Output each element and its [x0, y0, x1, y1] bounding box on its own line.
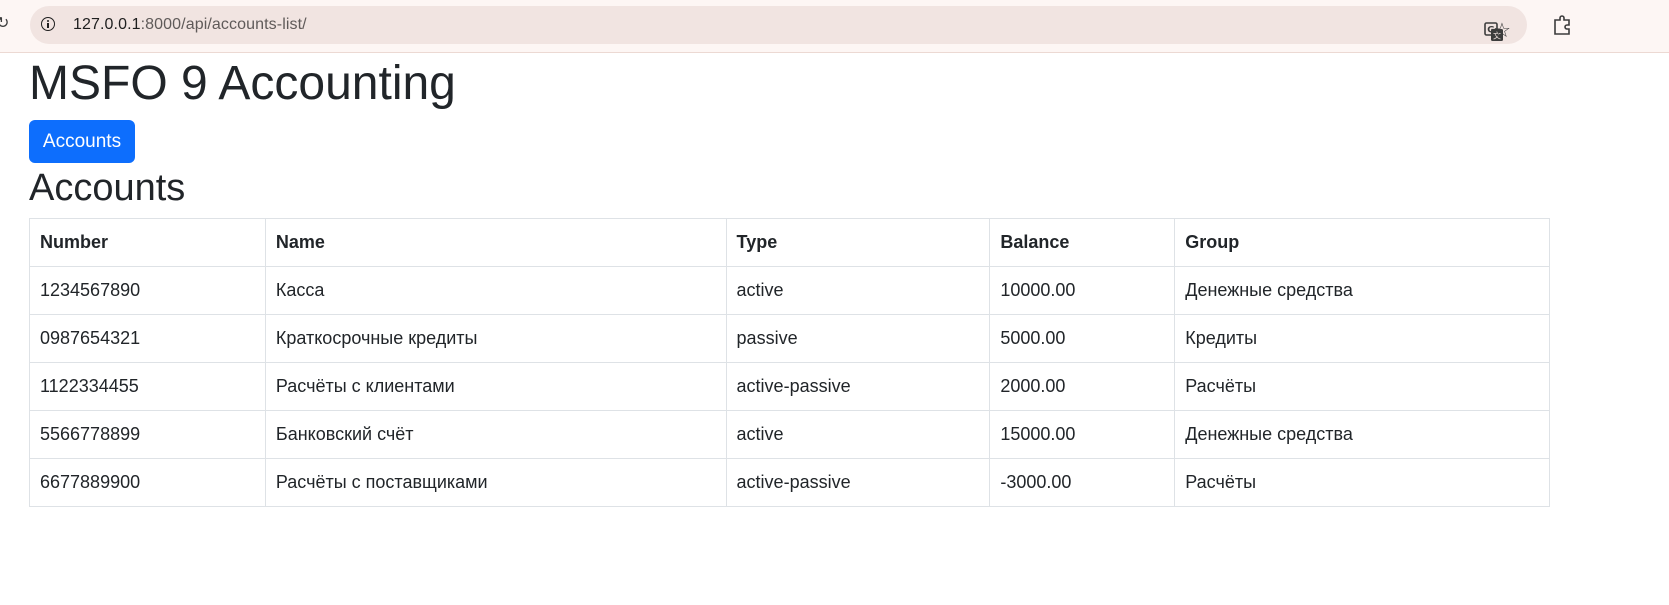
url-host: 127.0.0.1	[73, 16, 141, 33]
cell-name: Банковский счёт	[264, 410, 727, 459]
extensions-icon[interactable]	[1552, 15, 1572, 35]
cell-group: Кредиты	[1174, 314, 1550, 363]
site-info-icon[interactable]	[41, 17, 55, 31]
cell-name: Касса	[264, 266, 727, 315]
cell-type: active-passive	[725, 362, 991, 411]
column-header-type: Type	[725, 218, 991, 267]
cell-number: 5566778899	[29, 410, 266, 459]
cell-balance: 5000.00	[989, 314, 1176, 363]
accounts-nav-button[interactable]: Accounts	[29, 120, 135, 163]
cell-number: 0987654321	[29, 314, 266, 363]
cell-number: 6677889900	[29, 458, 266, 507]
url-path: :8000/api/accounts-list/	[140, 16, 307, 33]
cell-number: 1122334455	[29, 362, 266, 411]
cell-name: Расчёты с клиентами	[264, 362, 727, 411]
column-header-number: Number	[29, 218, 266, 267]
cell-name: Краткосрочные кредиты	[264, 314, 727, 363]
section-title: Accounts	[29, 167, 186, 209]
table-row: 6677889900 Расчёты с поставщиками active…	[29, 458, 1550, 507]
column-header-balance: Balance	[989, 218, 1176, 267]
column-header-group: Group	[1174, 218, 1550, 267]
cell-balance: 10000.00	[989, 266, 1176, 315]
page-title: MSFO 9 Accounting	[29, 57, 456, 110]
cell-name: Расчёты с поставщиками	[264, 458, 727, 507]
table-row: 5566778899 Банковский счёт active 15000.…	[29, 410, 1550, 459]
column-header-name: Name	[264, 218, 727, 267]
cell-balance: -3000.00	[989, 458, 1176, 507]
table-row: 0987654321 Краткосрочные кредиты passive…	[29, 314, 1550, 363]
reload-icon[interactable]: ↻	[0, 14, 10, 34]
cell-group: Денежные средства	[1174, 410, 1550, 459]
cell-balance: 2000.00	[989, 362, 1176, 411]
cell-type: active-passive	[725, 458, 991, 507]
address-bar[interactable]: 127.0.0.1:8000/api/accounts-list/ G 文 ☆	[30, 6, 1527, 44]
table-row: 1234567890 Касса active 10000.00 Денежны…	[29, 266, 1550, 315]
cell-type: active	[725, 266, 991, 315]
accounts-table: Number Name Type Balance Group 123456789…	[29, 218, 1550, 507]
bookmark-star-icon[interactable]: ☆	[1491, 20, 1513, 42]
cell-group: Расчёты	[1174, 458, 1550, 507]
table-header-row: Number Name Type Balance Group	[29, 218, 1550, 267]
cell-balance: 15000.00	[989, 410, 1176, 459]
table-row: 1122334455 Расчёты с клиентами active-pa…	[29, 362, 1550, 411]
cell-type: passive	[725, 314, 991, 363]
cell-type: active	[725, 410, 991, 459]
cell-number: 1234567890	[29, 266, 266, 315]
cell-group: Расчёты	[1174, 362, 1550, 411]
cell-group: Денежные средства	[1174, 266, 1550, 315]
url-text[interactable]: 127.0.0.1:8000/api/accounts-list/	[73, 6, 307, 44]
browser-toolbar: ↻ 127.0.0.1:8000/api/accounts-list/ G 文 …	[0, 0, 1669, 53]
